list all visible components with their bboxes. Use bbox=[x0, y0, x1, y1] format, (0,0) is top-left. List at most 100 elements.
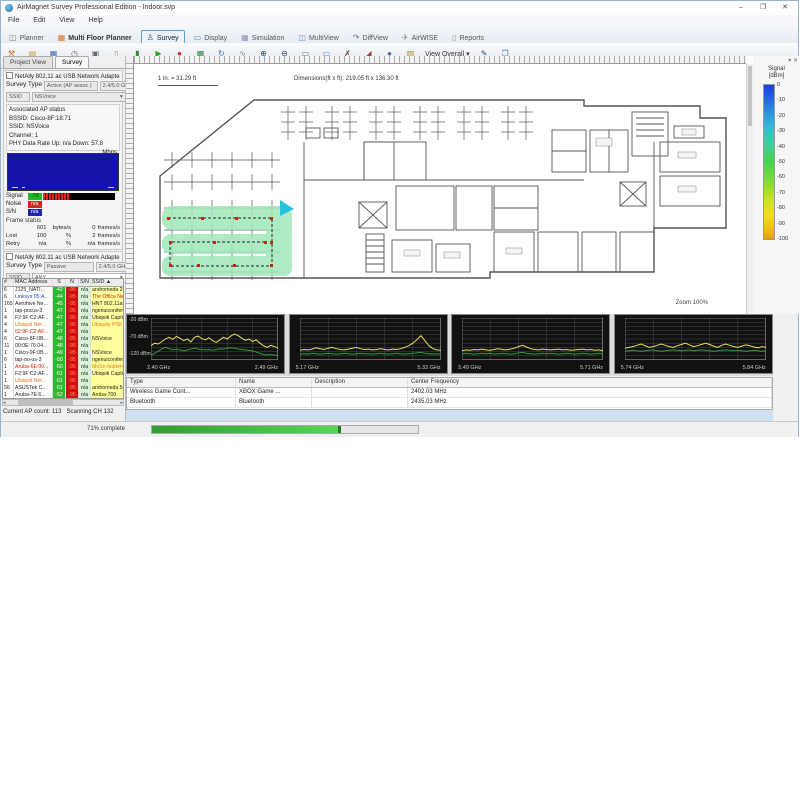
survey-type2-label: Survey Type bbox=[6, 262, 42, 269]
ap-col-[interactable]: # bbox=[3, 279, 14, 286]
ap-table-row[interactable]: 1tap-pocus-3-47-95n/angenuiconifer bbox=[3, 308, 123, 315]
ap-table-row[interactable]: 1Ubiquiti Net...-51-95n/a bbox=[3, 378, 123, 385]
minimize-button[interactable]: – bbox=[730, 2, 752, 14]
planner-icon: ◫ bbox=[9, 33, 17, 42]
spectrum-ylabel: -120 dBm bbox=[129, 351, 151, 357]
phy-down-value: 57.8 bbox=[91, 141, 103, 147]
menu-file[interactable]: File bbox=[1, 15, 26, 27]
ap-table-row[interactable]: 402:9F:C2:AF...-47-95n/a bbox=[3, 329, 123, 336]
left-tab-project-view[interactable]: Project View bbox=[3, 56, 53, 68]
spectrum-chart-3: 5.49 GHz5.71 GHz bbox=[451, 314, 610, 374]
ribbon-tab-label: Display bbox=[204, 35, 227, 42]
left-tab-survey[interactable]: Survey bbox=[55, 56, 89, 68]
icon-toolbar: ⚒▤▦◷▣▯▮▶●▩↻∿⊕⊖▭▭✗◢●▨View Overall ▾✎❐ bbox=[1, 43, 798, 57]
menu-edit[interactable]: Edit bbox=[26, 15, 52, 27]
ap-table-row[interactable]: 1F2:9F:C2:AF...-51-95n/aUbiquiti Captive bbox=[3, 371, 123, 378]
spectrum-chart-2: 5.17 GHz5.33 GHz bbox=[289, 314, 448, 374]
channel-label: Channel: bbox=[9, 133, 33, 139]
ap-table-row[interactable]: 4Ubiquiti Net...-47-95n/aUbiquity PSK bbox=[3, 322, 123, 329]
ribbon-tab-label: Survey bbox=[157, 35, 179, 42]
interferer-device-table[interactable]: TypeNameDescriptionCenter FrequencyWirel… bbox=[126, 377, 773, 410]
device-col-description[interactable]: Description bbox=[312, 378, 408, 387]
ssid-select[interactable]: NSVoice▾ bbox=[32, 92, 126, 102]
floor-plan-canvas[interactable]: 1 in. = 31.29 ft Dimensions(ft x ft): 21… bbox=[134, 64, 746, 314]
device-col-name[interactable]: Name bbox=[236, 378, 312, 387]
ap-table-row[interactable]: 1Aruba-7E:6...-52-95n/aAruba-700 bbox=[3, 392, 123, 399]
legend-tick: -80 bbox=[777, 205, 797, 211]
ap-col-s[interactable]: S bbox=[53, 279, 66, 286]
legend-tick: -40 bbox=[777, 144, 797, 150]
simulation-icon: ▦ bbox=[241, 33, 249, 42]
ap-table-row[interactable]: 6tap-oo-us-3-50-95n/angenuiconifer bbox=[3, 357, 123, 364]
floor-plan-canvas-zone: 1 in. = 31.29 ft Dimensions(ft x ft): 21… bbox=[126, 56, 753, 314]
adapter1-checkbox[interactable] bbox=[6, 72, 13, 79]
ap-col-n[interactable]: N bbox=[66, 279, 79, 286]
legend-pane-buttons[interactable]: ▾ ✕ bbox=[788, 57, 798, 64]
spectrum-series-avg bbox=[462, 352, 603, 354]
ap-table-row[interactable]: 1Cisco-9F:0B...-49-95n/aNSVoice bbox=[3, 350, 123, 357]
menu-view[interactable]: View bbox=[52, 15, 81, 27]
ap-table-hscrollbar[interactable]: ◂▸ bbox=[2, 399, 124, 406]
ap-table-row[interactable]: 1Aruba-6E:00...-50-95n/aMoSn-hidden bbox=[3, 364, 123, 371]
ap-table-row[interactable]: 56ASUSTek C...-51-95n/aandromeda 5g bbox=[3, 385, 123, 392]
ap-status-box: Associated AP status BSSID: Cisco-8F:18:… bbox=[6, 104, 120, 151]
spectrum-xend-label: 5.71 GHz bbox=[580, 365, 603, 371]
frame-status-row: Retryn/a%n/aframes/s bbox=[6, 240, 120, 248]
ribbon-tab-label: Reports bbox=[459, 35, 484, 42]
legend-tick: -50 bbox=[777, 159, 797, 165]
ap-table-row[interactable]: 6Linksys 05:A...-44-95n/aThe Office Netw… bbox=[3, 294, 123, 301]
menu-help[interactable]: Help bbox=[81, 15, 109, 27]
ap-table-row[interactable]: 6J125_NATI...-42-95n/aandromeda 2g bbox=[3, 287, 123, 294]
ap-col-ssid[interactable]: SSID ▲ bbox=[91, 279, 123, 286]
ap-table-row[interactable]: 6Cisco-8F:0B...-48-95n/aNSVoice bbox=[3, 336, 123, 343]
ap-col-sn[interactable]: S/N bbox=[79, 279, 91, 286]
ssid-value: NSVoice bbox=[35, 94, 56, 100]
device-table-header[interactable]: TypeNameDescriptionCenter Frequency bbox=[127, 378, 772, 388]
signal-history-graph bbox=[7, 153, 119, 191]
signal-color-scale bbox=[763, 84, 775, 240]
ap-table-header[interactable]: #MAC AddressSNS/NSSID ▲ bbox=[3, 279, 123, 287]
survey-type2-select[interactable]: Passive bbox=[44, 262, 94, 272]
ap-col-macaddress[interactable]: MAC Address bbox=[14, 279, 53, 286]
maximize-button[interactable]: ❐ bbox=[752, 2, 774, 14]
airwise-icon: ✈ bbox=[402, 33, 409, 42]
ap-table[interactable]: #MAC AddressSNS/NSSID ▲6J125_NATI...-42-… bbox=[2, 278, 124, 399]
adapter2-title: NetAlly 802.11 ac USB Network Adapter bbox=[15, 255, 120, 261]
menu-bar: FileEditViewHelp bbox=[1, 15, 798, 27]
map-scale-text: 1 in. = 31.29 ft bbox=[158, 76, 196, 82]
apstatus-ssid-label: SSID: bbox=[9, 124, 25, 130]
device-table-row[interactable]: Wireless Game Cont...XBOX Game ...2402.0… bbox=[127, 388, 772, 398]
app-logo-icon bbox=[5, 4, 13, 12]
close-button[interactable]: ✕ bbox=[774, 2, 796, 14]
bssid-value: Cisco-8F:18:71 bbox=[30, 116, 71, 122]
survey-type-label: Survey Type bbox=[6, 81, 42, 88]
app-window: AirMagnet Survey Professional Edition - … bbox=[0, 0, 799, 437]
legend-tick: -60 bbox=[777, 174, 797, 180]
ap-table-row[interactable]: 165Aerohive Ne...-45-95n/aHNT 802.11ax bbox=[3, 301, 123, 308]
device-col-type[interactable]: Type bbox=[127, 378, 236, 387]
adapter2-checkbox-row[interactable]: NetAlly 802.11 ac USB Network Adapter bbox=[6, 253, 120, 261]
legend-unit-text: [dBm] bbox=[753, 73, 800, 80]
adapter1-title: NetAlly 802.11 ac USB Network Adapter bbox=[15, 74, 120, 80]
legend-tick: -90 bbox=[777, 221, 797, 227]
device-table-row[interactable]: BluetoothBluetooth2435.03 MHz bbox=[127, 398, 772, 408]
ap-table-row[interactable]: 1100:0E:76:04...-48-95n/a bbox=[3, 343, 123, 350]
device-col-center-frequency[interactable]: Center Frequency bbox=[408, 378, 772, 387]
adapter1-checkbox-row[interactable]: NetAlly 802.11 ac USB Network Adapter bbox=[6, 72, 120, 80]
ap-table-row[interactable]: 4F2:9F:C2:AF...-47-95n/aUbiquiti Captive bbox=[3, 315, 123, 322]
spectrum-series-avg bbox=[300, 352, 441, 354]
noise-label: Noise bbox=[6, 201, 26, 207]
apstatus-ssid-value: NSVoice bbox=[26, 124, 49, 130]
left-panel: Project ViewSurvey NetAlly 802.11 ac USB… bbox=[1, 56, 126, 421]
sn-value-badge: n/a bbox=[28, 209, 42, 216]
canvas-vscrollbar[interactable] bbox=[746, 64, 753, 314]
spectrum-xend-label: 5.84 GHz bbox=[743, 365, 766, 371]
ssid-label-select[interactable]: SSID bbox=[6, 92, 30, 102]
frame-status-rows: 601bytes/s0frames/sLost100%2frames/sRetr… bbox=[6, 224, 120, 248]
survey-type-select[interactable]: Active (AP assoc.) bbox=[44, 81, 98, 91]
zoom-level-label: Zoom 100% bbox=[676, 300, 708, 306]
horizontal-ruler bbox=[134, 56, 746, 64]
legend-title: Signal [dBm] bbox=[753, 66, 800, 80]
adapter2-checkbox[interactable] bbox=[6, 253, 13, 260]
spectrum-xend-label: 2.49 GHz bbox=[255, 365, 278, 371]
